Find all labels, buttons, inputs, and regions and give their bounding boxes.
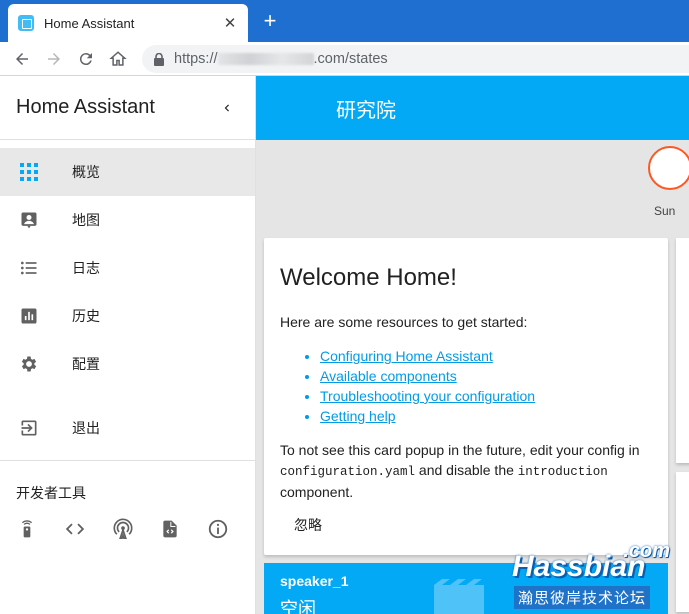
reload-icon[interactable] bbox=[74, 47, 98, 71]
sidebar-title: Home Assistant bbox=[16, 96, 155, 118]
list-item: Configuring Home Assistant bbox=[320, 346, 652, 366]
link-configuring[interactable]: Configuring Home Assistant bbox=[320, 348, 493, 364]
component-name: introduction bbox=[517, 465, 608, 479]
home-icon[interactable] bbox=[106, 47, 130, 71]
watermark-logo: .com Hassbian 瀚思彼岸技术论坛 bbox=[512, 540, 670, 609]
welcome-card-title: Welcome Home! bbox=[280, 264, 457, 291]
browser-tab[interactable]: Home Assistant ✕ bbox=[8, 4, 248, 42]
antenna-icon[interactable] bbox=[112, 517, 134, 541]
list-item: Getting help bbox=[320, 406, 652, 426]
forward-icon[interactable] bbox=[42, 47, 66, 71]
list-item: Available components bbox=[320, 366, 652, 386]
apps-icon bbox=[18, 161, 40, 183]
settings-icon bbox=[18, 353, 40, 375]
exit-to-app-icon bbox=[18, 417, 40, 439]
sidebar-header: Home Assistant bbox=[0, 76, 255, 140]
sidebar-item-label: 配置 bbox=[72, 356, 100, 372]
welcome-card: Welcome Home! Here are some resources to… bbox=[264, 238, 668, 555]
page-title: 研究院 bbox=[336, 99, 396, 122]
remote-icon[interactable] bbox=[16, 517, 38, 541]
sidebar-item-label: 日志 bbox=[72, 260, 100, 276]
home-assistant-favicon-icon bbox=[18, 15, 34, 31]
side-card bbox=[676, 238, 689, 463]
logout-label: 退出 bbox=[72, 420, 100, 436]
side-card bbox=[676, 472, 689, 612]
sidebar-item-overview[interactable]: 概览 bbox=[0, 148, 255, 196]
main-panel: 研究院 Sun Welcome Home! Here are some reso… bbox=[256, 76, 689, 614]
dismiss-button[interactable]: 忽略 bbox=[280, 515, 336, 535]
new-tab-button[interactable]: + bbox=[258, 9, 282, 33]
list-item: Troubleshooting your configuration bbox=[320, 386, 652, 406]
resource-links: Configuring Home Assistant Available com… bbox=[320, 346, 652, 426]
badges-row: Sun bbox=[256, 140, 689, 236]
config-filename: configuration.yaml bbox=[280, 465, 416, 479]
chart-box-icon bbox=[18, 305, 40, 327]
format-list-bulleted-icon bbox=[18, 257, 40, 279]
lock-icon bbox=[154, 52, 164, 66]
account-box-icon bbox=[18, 209, 40, 231]
back-icon[interactable] bbox=[10, 47, 34, 71]
sidebar-item-logbook[interactable]: 日志 bbox=[0, 244, 255, 292]
welcome-card-intro: Here are some resources to get started: bbox=[280, 314, 528, 330]
dev-tools-title: 开发者工具 bbox=[16, 485, 86, 501]
chevron-left-icon[interactable] bbox=[215, 96, 239, 120]
sun-badge[interactable] bbox=[648, 146, 689, 190]
sidebar-nav: 概览 地图 日志 历史 配置 退出 bbox=[0, 140, 255, 452]
file-code-icon[interactable] bbox=[160, 517, 182, 541]
url-field[interactable]: https://.com/states bbox=[142, 45, 689, 73]
browser-tab-bar: Home Assistant ✕ + bbox=[0, 0, 689, 42]
link-components[interactable]: Available components bbox=[320, 368, 457, 384]
info-icon[interactable] bbox=[207, 517, 229, 541]
address-bar: https://.com/states bbox=[0, 42, 689, 76]
sidebar-item-map[interactable]: 地图 bbox=[0, 196, 255, 244]
tab-close-icon[interactable]: ✕ bbox=[222, 14, 238, 32]
sidebar-item-label: 概览 bbox=[72, 164, 100, 180]
sidebar-item-label: 地图 bbox=[72, 212, 100, 228]
sidebar-item-label: 历史 bbox=[72, 308, 100, 324]
url-text: https://.com/states bbox=[174, 51, 388, 67]
movie-icon bbox=[434, 579, 484, 614]
tab-title: Home Assistant bbox=[44, 15, 135, 31]
welcome-card-footer: To not see this card popup in the future… bbox=[280, 442, 640, 500]
sidebar: Home Assistant 概览 地图 日志 历史 配置 退出 开发者工具 bbox=[0, 76, 256, 614]
sidebar-item-config[interactable]: 配置 bbox=[0, 340, 255, 388]
link-troubleshooting[interactable]: Troubleshooting your configuration bbox=[320, 388, 535, 404]
code-tags-icon[interactable] bbox=[64, 517, 86, 541]
sidebar-item-logout[interactable]: 退出 bbox=[0, 404, 255, 452]
app-toolbar: 研究院 bbox=[256, 76, 689, 140]
moon-icon bbox=[667, 159, 677, 177]
sidebar-item-history[interactable]: 历史 bbox=[0, 292, 255, 340]
dev-tools-row bbox=[0, 517, 255, 541]
sun-badge-label: Sun bbox=[654, 204, 676, 218]
link-getting-help[interactable]: Getting help bbox=[320, 408, 396, 424]
